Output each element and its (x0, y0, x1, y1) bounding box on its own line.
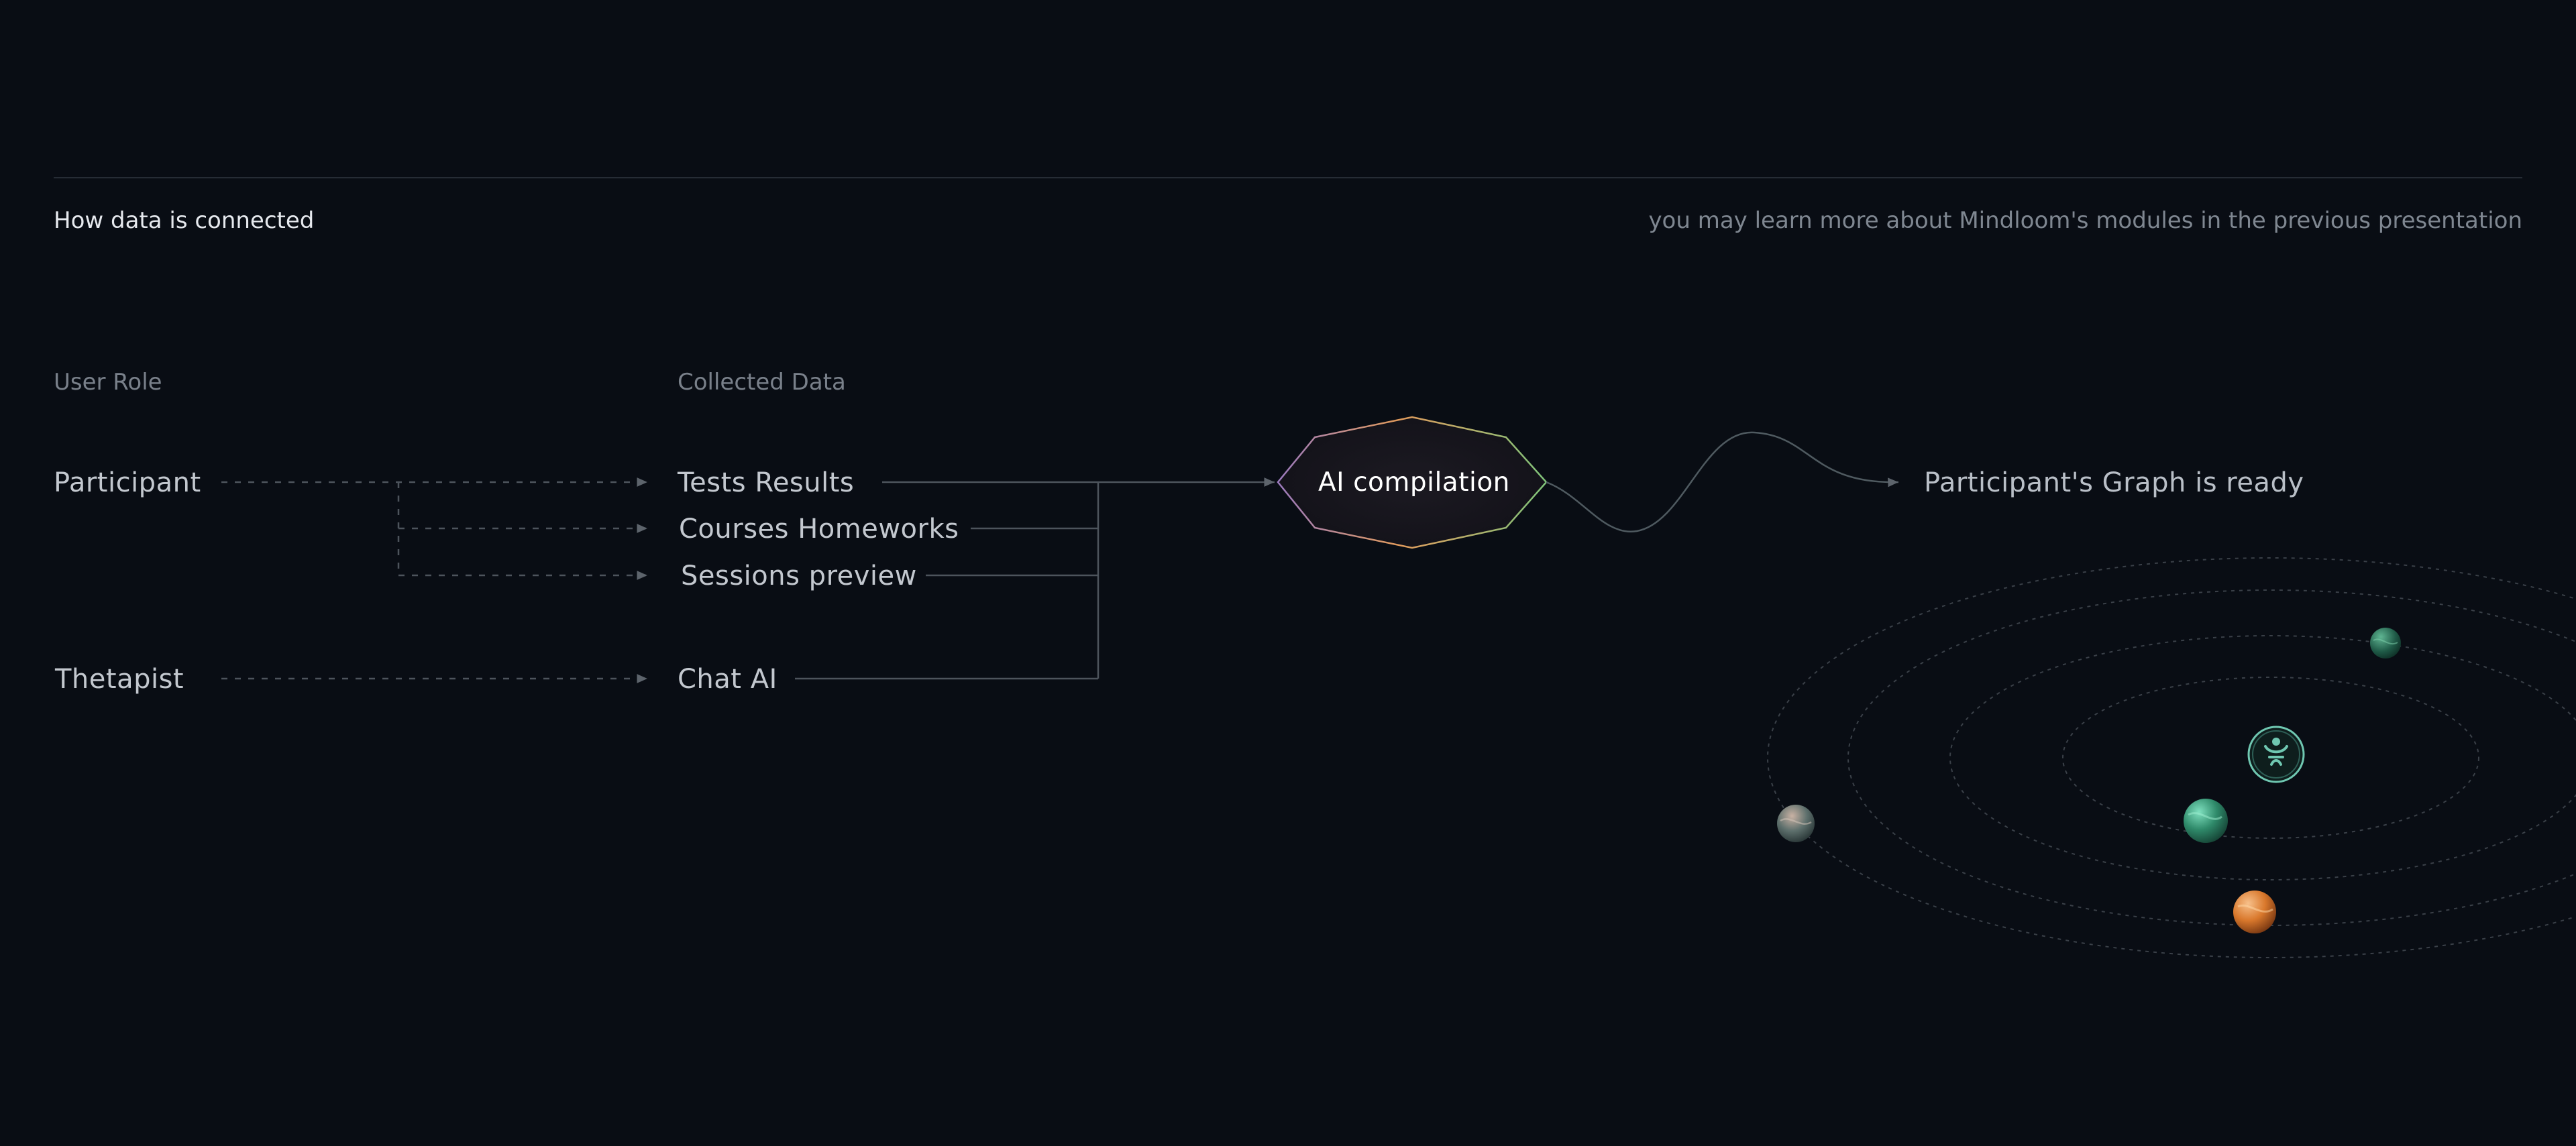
data-sessions-preview: Sessions preview (681, 561, 917, 591)
mindloom-logo-icon (2247, 726, 2305, 783)
section-title: How data is connected (54, 207, 315, 234)
role-participant: Participant (54, 467, 201, 498)
gray-planet-icon (1777, 805, 1815, 842)
ai-compilation-label: AI compilation (1318, 467, 1510, 498)
user-role-column-title: User Role (54, 369, 162, 396)
collected-data-column-title: Collected Data (678, 369, 846, 396)
orbit-ring-3 (1847, 589, 2576, 926)
graph-ready-label: Participant's Graph is ready (1924, 467, 2304, 498)
diagram-stage: How data is connected you may learn more… (0, 0, 2576, 1146)
teal-planet-icon (2184, 799, 2228, 843)
data-tests-results: Tests Results (678, 467, 855, 498)
green-planet-icon (2370, 628, 2401, 658)
data-chat-ai: Chat AI (678, 664, 777, 695)
orange-planet-icon (2233, 891, 2276, 933)
connection-diagram (54, 177, 2576, 958)
orbit-ring-4 (1767, 557, 2576, 958)
role-therapist: Thetapist (55, 664, 184, 695)
data-courses-homeworks: Courses Homeworks (679, 514, 959, 545)
orbit-system (1767, 557, 2576, 958)
core-to-result-curve (1546, 431, 1899, 532)
previous-presentation-note: you may learn more about Mindloom's modu… (1648, 207, 2522, 234)
